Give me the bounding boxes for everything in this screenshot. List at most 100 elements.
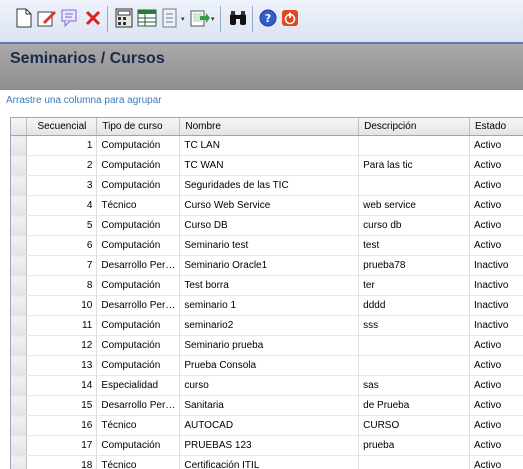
table-row[interactable]: 2ComputaciónTC WANPara las ticActivo — [11, 156, 523, 176]
cell-nombre[interactable]: seminario 1 — [180, 296, 359, 316]
table-row[interactable]: 11Computaciónseminario2sssInactivo — [11, 316, 523, 336]
new-icon[interactable] — [14, 8, 34, 28]
cell-tipo-de-curso[interactable]: Computación — [97, 356, 180, 376]
cell-nombre[interactable]: Curso DB — [180, 216, 359, 236]
cell-estado[interactable]: Activo — [469, 136, 523, 156]
cell-nombre[interactable]: Seminario Oracle1 — [180, 256, 359, 276]
cell-estado[interactable]: Activo — [469, 436, 523, 456]
notes-icon[interactable] — [60, 8, 80, 28]
row-selector[interactable] — [11, 436, 27, 456]
cell-estado[interactable]: Inactivo — [469, 296, 523, 316]
cell-descripcion[interactable]: web service — [359, 196, 470, 216]
cell-descripcion[interactable]: de Prueba — [359, 396, 470, 416]
calculator-icon[interactable] — [114, 8, 134, 28]
table-row[interactable]: 12ComputaciónSeminario pruebaActivo — [11, 336, 523, 356]
cell-secuencial[interactable]: 11 — [27, 316, 97, 336]
cell-secuencial[interactable]: 2 — [27, 156, 97, 176]
table-row[interactable]: 10Desarrollo Per…seminario 1ddddInactivo — [11, 296, 523, 316]
cell-descripcion[interactable] — [359, 356, 470, 376]
row-selector[interactable] — [11, 416, 27, 436]
cell-descripcion[interactable]: ter — [359, 276, 470, 296]
cell-tipo-de-curso[interactable]: Desarrollo Per… — [97, 256, 180, 276]
row-selector[interactable] — [11, 296, 27, 316]
cell-secuencial[interactable]: 3 — [27, 176, 97, 196]
cell-tipo-de-curso[interactable]: Computación — [97, 236, 180, 256]
row-selector[interactable] — [11, 396, 27, 416]
table-row[interactable]: 5ComputaciónCurso DBcurso dbActivo — [11, 216, 523, 236]
cell-descripcion[interactable]: curso db — [359, 216, 470, 236]
cell-secuencial[interactable]: 4 — [27, 196, 97, 216]
cell-descripcion[interactable] — [359, 336, 470, 356]
cell-nombre[interactable]: TC LAN — [180, 136, 359, 156]
cell-secuencial[interactable]: 8 — [27, 276, 97, 296]
cell-descripcion[interactable]: Para las tic — [359, 156, 470, 176]
row-selector[interactable] — [11, 356, 27, 376]
column-header-nombre[interactable]: Nombre — [180, 118, 359, 136]
row-selector[interactable] — [11, 456, 27, 469]
cell-descripcion[interactable] — [359, 456, 470, 469]
cell-secuencial[interactable]: 1 — [27, 136, 97, 156]
column-header-tipo-de-curso[interactable]: Tipo de curso — [97, 118, 180, 136]
table-row[interactable]: 18TécnicoCertificación ITILActivo — [11, 456, 523, 469]
row-selector[interactable] — [11, 176, 27, 196]
cell-nombre[interactable]: Prueba Consola — [180, 356, 359, 376]
cell-estado[interactable]: Activo — [469, 416, 523, 436]
cell-secuencial[interactable]: 17 — [27, 436, 97, 456]
row-selector[interactable] — [11, 376, 27, 396]
cell-nombre[interactable]: AUTOCAD — [180, 416, 359, 436]
help-icon[interactable]: ? — [258, 8, 278, 28]
cell-tipo-de-curso[interactable]: Computación — [97, 436, 180, 456]
table-row[interactable]: 13ComputaciónPrueba Consola Activo — [11, 356, 523, 376]
cell-nombre[interactable]: curso — [180, 376, 359, 396]
row-selector[interactable] — [11, 256, 27, 276]
cell-estado[interactable]: Activo — [469, 456, 523, 469]
cell-tipo-de-curso[interactable]: Computación — [97, 216, 180, 236]
cell-estado[interactable]: Activo — [469, 216, 523, 236]
table-row[interactable]: 14EspecialidadcursosasActivo — [11, 376, 523, 396]
cell-tipo-de-curso[interactable]: Desarrollo Per… — [97, 396, 180, 416]
cell-nombre[interactable]: Seminario prueba — [180, 336, 359, 356]
cell-estado[interactable]: Activo — [469, 356, 523, 376]
edit-icon[interactable] — [37, 8, 57, 28]
cell-descripcion[interactable]: sss — [359, 316, 470, 336]
cell-tipo-de-curso[interactable]: Computación — [97, 336, 180, 356]
cell-tipo-de-curso[interactable]: Especialidad — [97, 376, 180, 396]
delete-icon[interactable] — [83, 8, 103, 28]
cell-secuencial[interactable]: 7 — [27, 256, 97, 276]
cell-estado[interactable]: Activo — [469, 196, 523, 216]
group-panel[interactable]: Arrastre una columna para agrupar — [0, 90, 523, 112]
cell-nombre[interactable]: Test borra — [180, 276, 359, 296]
table-row[interactable]: 15Desarrollo Per…Sanitariade PruebaActiv… — [11, 396, 523, 416]
binoculars-icon[interactable] — [228, 8, 248, 28]
cell-estado[interactable]: Inactivo — [469, 256, 523, 276]
column-header-descripcion[interactable]: Descripción — [359, 118, 470, 136]
power-icon[interactable] — [280, 8, 300, 28]
cell-tipo-de-curso[interactable]: Computación — [97, 276, 180, 296]
cell-descripcion[interactable]: CURSO — [359, 416, 470, 436]
cell-estado[interactable]: Activo — [469, 156, 523, 176]
cell-secuencial[interactable]: 12 — [27, 336, 97, 356]
cell-tipo-de-curso[interactable]: Técnico — [97, 196, 180, 216]
cell-estado[interactable]: Inactivo — [469, 316, 523, 336]
cell-secuencial[interactable]: 10 — [27, 296, 97, 316]
export-icon[interactable] — [190, 8, 210, 28]
cell-secuencial[interactable]: 6 — [27, 236, 97, 256]
cell-secuencial[interactable]: 14 — [27, 376, 97, 396]
export-dropdown-chevron-down-icon[interactable]: ▾ — [211, 16, 217, 22]
cell-tipo-de-curso[interactable]: Computación — [97, 176, 180, 196]
report-icon[interactable] — [160, 8, 180, 28]
row-selector[interactable] — [11, 156, 27, 176]
cell-nombre[interactable]: seminario2 — [180, 316, 359, 336]
table-row[interactable]: 1ComputaciónTC LAN Activo — [11, 136, 523, 156]
cell-estado[interactable]: Activo — [469, 396, 523, 416]
table-row[interactable]: 16TécnicoAUTOCADCURSOActivo — [11, 416, 523, 436]
cell-descripcion[interactable]: prueba78 — [359, 256, 470, 276]
table-row[interactable]: 3ComputaciónSeguridades de las TICActivo — [11, 176, 523, 196]
cell-nombre[interactable]: Sanitaria — [180, 396, 359, 416]
cell-secuencial[interactable]: 13 — [27, 356, 97, 376]
cell-tipo-de-curso[interactable]: Computación — [97, 136, 180, 156]
cell-tipo-de-curso[interactable]: Técnico — [97, 416, 180, 436]
table-row[interactable]: 17ComputaciónPRUEBAS 123pruebaActivo — [11, 436, 523, 456]
row-selector[interactable] — [11, 216, 27, 236]
row-selector-header[interactable] — [11, 118, 27, 136]
